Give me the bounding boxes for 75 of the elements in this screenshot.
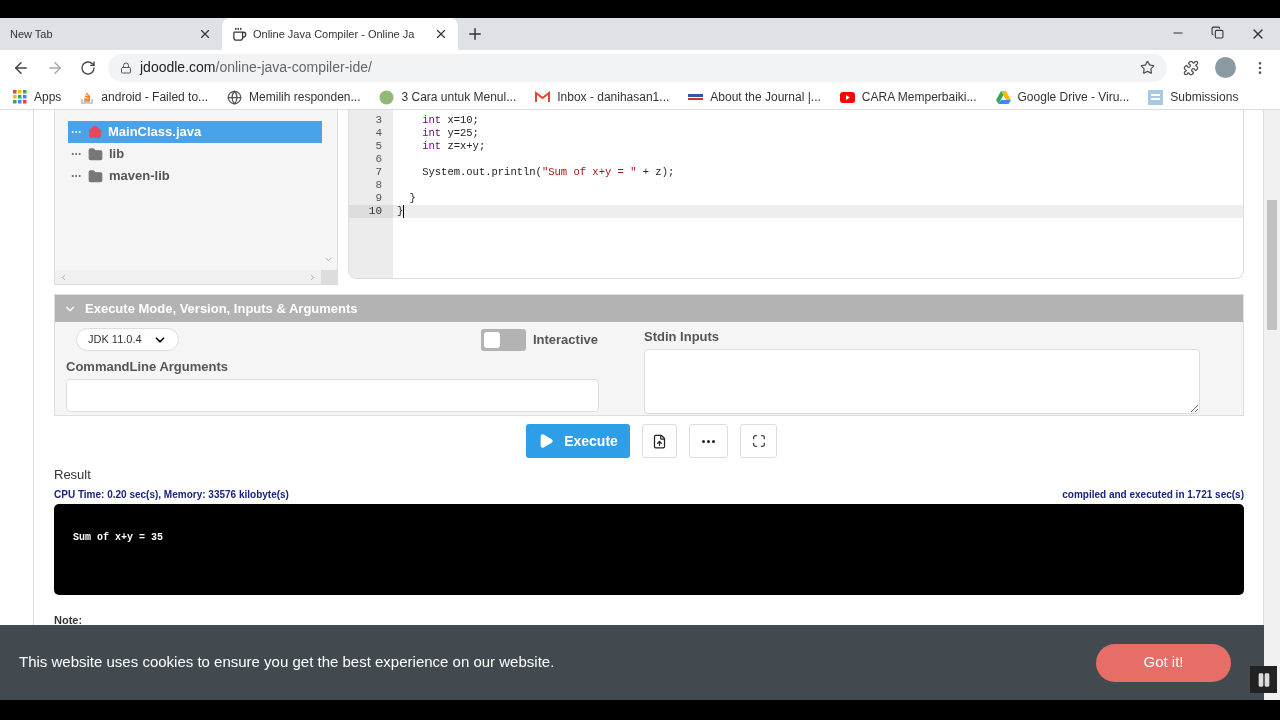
code-line: int y=25; — [421, 127, 479, 140]
pause-button[interactable] — [1250, 666, 1277, 693]
extensions-icon[interactable] — [1183, 59, 1199, 76]
lock-icon — [120, 61, 132, 74]
output-text: Sum of x+y = 35 — [73, 531, 163, 543]
code-line: System.out.println("Sum of x+y = " + z); — [421, 166, 675, 179]
bookmark-item[interactable]: Submissions — [1148, 88, 1239, 106]
code-editor[interactable]: 3 4 5 6 7 8 9 10 int x=10; int y=25; int z=x+y; System.out.println("Sum of x+y = " + z); } } — [348, 110, 1244, 279]
home-icon — [88, 125, 102, 139]
url-text: jdoodle.com/online-java-compiler-ide/ — [140, 58, 372, 77]
code-line: int x=10; — [421, 114, 479, 127]
folder-icon — [88, 146, 103, 162]
bookmark-item[interactable]: CARA Memperbaiki... — [839, 88, 977, 106]
version-select[interactable]: JDK 11.0.4 — [76, 328, 179, 351]
line-number: 3 — [374, 114, 383, 127]
upload-file-button[interactable] — [642, 424, 677, 458]
execution-stats: CPU Time: 0.20 sec(s), Memory: 33576 kilobyte(s) — [54, 487, 289, 502]
profile-avatar[interactable] — [1215, 57, 1236, 78]
video-play-icon — [839, 91, 855, 103]
browser-tab[interactable]: Online Java Compiler - Online Ja — [222, 18, 458, 50]
code-line: } — [408, 192, 416, 205]
document-icon — [1148, 89, 1164, 105]
line-number: 6 — [374, 153, 383, 166]
tab-title: New Tab — [10, 26, 54, 42]
line-number: 8 — [374, 179, 383, 192]
globe-icon — [227, 89, 243, 105]
journal-icon — [688, 93, 704, 101]
restore-icon[interactable] — [1211, 26, 1224, 39]
close-icon[interactable] — [434, 27, 448, 41]
bookmark-item[interactable]: About the Journal |... — [688, 88, 821, 106]
line-number: 9 — [374, 192, 383, 205]
mail-icon — [535, 91, 551, 103]
toggle-label: Interactive — [532, 330, 598, 349]
reload-icon[interactable] — [80, 59, 96, 76]
bookmark-item[interactable]: Google Drive - Viru... — [995, 88, 1130, 106]
bookmark-star-icon[interactable] — [1140, 60, 1155, 75]
line-number: 10 — [349, 205, 393, 218]
scrollbar-thumb[interactable] — [1267, 200, 1277, 330]
fullscreen-button[interactable] — [740, 424, 777, 458]
arguments-field[interactable] — [66, 378, 599, 412]
browser-tab[interactable]: New Tab — [0, 18, 222, 50]
apps-grid-icon — [13, 90, 27, 104]
note-label: Note: — [54, 612, 84, 628]
result-title: Result — [54, 466, 92, 484]
line-number: 5 — [374, 140, 383, 153]
bookmark-item[interactable]: 3 Cara untuk Menul... — [379, 88, 517, 106]
close-icon[interactable] — [198, 27, 212, 41]
execution-time: compiled and executed in 1.721 sec(s) — [1062, 487, 1244, 502]
new-tab-icon[interactable] — [466, 25, 484, 43]
stack-icon — [80, 90, 95, 104]
bookmark-item[interactable]: Apps — [13, 88, 62, 106]
more-icon — [702, 439, 715, 443]
address-bar[interactable]: jdoodle.com/online-java-compiler-ide/ — [108, 53, 1167, 82]
code-line: int z=x+y; — [421, 140, 486, 153]
coffee-cup-icon — [232, 26, 247, 42]
field-label: CommandLine Arguments — [66, 358, 230, 376]
line-number: 4 — [374, 127, 383, 140]
folder-icon — [88, 168, 103, 184]
bookmark-item[interactable]: Inbox - danihasan1... — [535, 88, 670, 106]
cookie-message: This website uses cookies to ensure you get the best experience on our website. — [19, 652, 556, 673]
bookmark-item[interactable]: android - Failed to... — [80, 88, 209, 106]
field-label: Stdin Inputs — [644, 328, 721, 346]
stdin-field[interactable] — [644, 348, 1200, 414]
interactive-toggle[interactable] — [480, 328, 526, 351]
code-line: } — [397, 205, 404, 218]
bookmark-item[interactable]: Memilih responden... — [227, 88, 361, 106]
triangle-logo-icon — [995, 90, 1011, 104]
fullscreen-icon — [751, 434, 766, 448]
circle-logo-icon — [379, 89, 395, 105]
file-upload-icon — [652, 433, 667, 449]
tab-title: Online Java Compiler - Online Ja — [253, 26, 416, 42]
file-tree-item[interactable]: maven-lib — [68, 165, 322, 187]
play-icon — [538, 433, 555, 449]
file-tree-item[interactable]: lib — [68, 143, 322, 165]
line-number: 7 — [374, 166, 383, 179]
